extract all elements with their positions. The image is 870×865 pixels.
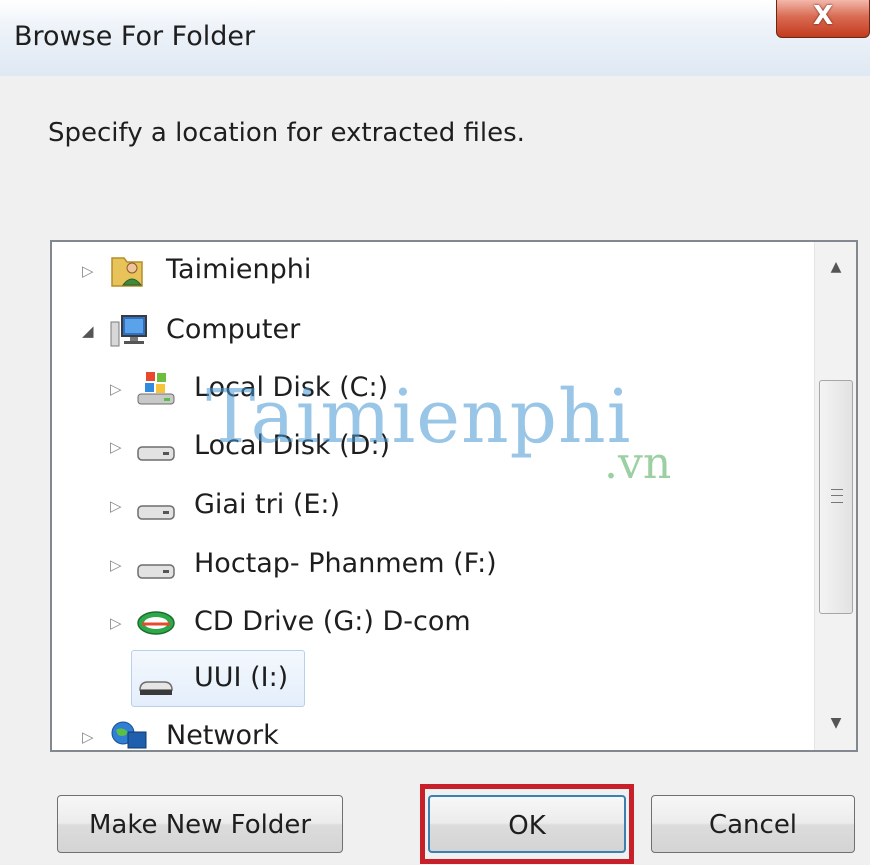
windows-drive-icon	[136, 370, 176, 408]
computer-icon	[108, 312, 148, 350]
scroll-down-icon[interactable]: ▼	[815, 702, 856, 744]
hard-drive-icon	[136, 428, 176, 466]
tree-item-label: Network	[166, 720, 279, 751]
tree-item-taimienphi[interactable]: ▷ Taimienphi	[52, 244, 812, 298]
dialog-title: Browse For Folder	[14, 21, 256, 52]
tree-item-computer[interactable]: ◢ Computer	[52, 304, 812, 358]
expand-arrow-icon[interactable]: ▷	[110, 554, 124, 576]
tree-item-local-disk-d[interactable]: ▷ Local Disk (D:)	[52, 420, 812, 474]
scrollbar-thumb[interactable]	[819, 380, 853, 614]
scroll-up-icon[interactable]: ▲	[815, 246, 856, 288]
user-folder-icon	[108, 252, 148, 290]
tree-item-label: UUI (I:)	[194, 662, 289, 693]
tree-item-label: Taimienphi	[166, 254, 312, 285]
tree-item-local-disk-c[interactable]: ▷ Local Disk (C:)	[52, 362, 812, 416]
make-new-folder-button[interactable]: Make New Folder	[57, 795, 343, 853]
vertical-scrollbar[interactable]: ▲ ▼	[814, 242, 856, 750]
close-icon: X	[812, 1, 834, 31]
instruction-text: Specify a location for extracted files.	[48, 118, 525, 148]
tree-item-label: Giai tri (E:)	[194, 489, 341, 520]
expand-arrow-icon[interactable]: ▷	[110, 436, 124, 458]
removable-drive-icon	[136, 660, 176, 698]
expand-arrow-icon[interactable]: ▷	[110, 378, 124, 400]
hard-drive-icon	[136, 487, 176, 525]
tree-item-label: Hoctap- Phanmem (F:)	[194, 548, 497, 579]
title-bar: Browse For Folder	[0, 0, 870, 76]
tree-item-label: Computer	[166, 314, 301, 345]
tree-item-label: CD Drive (G:) D-com	[194, 606, 471, 637]
tree-item-cd-drive-g[interactable]: ▷ CD Drive (G:) D-com	[52, 596, 812, 650]
collapse-arrow-icon[interactable]: ◢	[82, 320, 96, 342]
folder-tree[interactable]: ▷ Taimienphi ◢ Computer ▷ Local Disk (C:…	[50, 240, 858, 752]
tree-item-hoctap-phanmem-f[interactable]: ▷ Hoctap- Phanmem (F:)	[52, 538, 812, 592]
expand-arrow-icon[interactable]: ▷	[110, 495, 124, 517]
close-button[interactable]: X	[776, 0, 870, 38]
expand-arrow-icon[interactable]: ▷	[110, 612, 124, 634]
grip-icon	[831, 489, 843, 503]
expand-arrow-icon[interactable]: ▷	[82, 726, 96, 748]
tree-item-giai-tri-e[interactable]: ▷ Giai tri (E:)	[52, 479, 812, 533]
cd-drive-icon	[136, 604, 176, 642]
tree-item-label: Local Disk (D:)	[194, 430, 391, 461]
ok-highlight-frame	[420, 784, 634, 864]
network-icon	[108, 718, 148, 750]
tree-item-label: Local Disk (C:)	[194, 372, 389, 403]
expand-arrow-icon[interactable]: ▷	[82, 260, 96, 282]
tree-item-network[interactable]: ▷ Network	[52, 710, 812, 751]
tree-item-uui-i[interactable]: UUI (I:)	[132, 652, 304, 706]
hard-drive-icon	[136, 546, 176, 584]
cancel-button[interactable]: Cancel	[651, 795, 855, 853]
